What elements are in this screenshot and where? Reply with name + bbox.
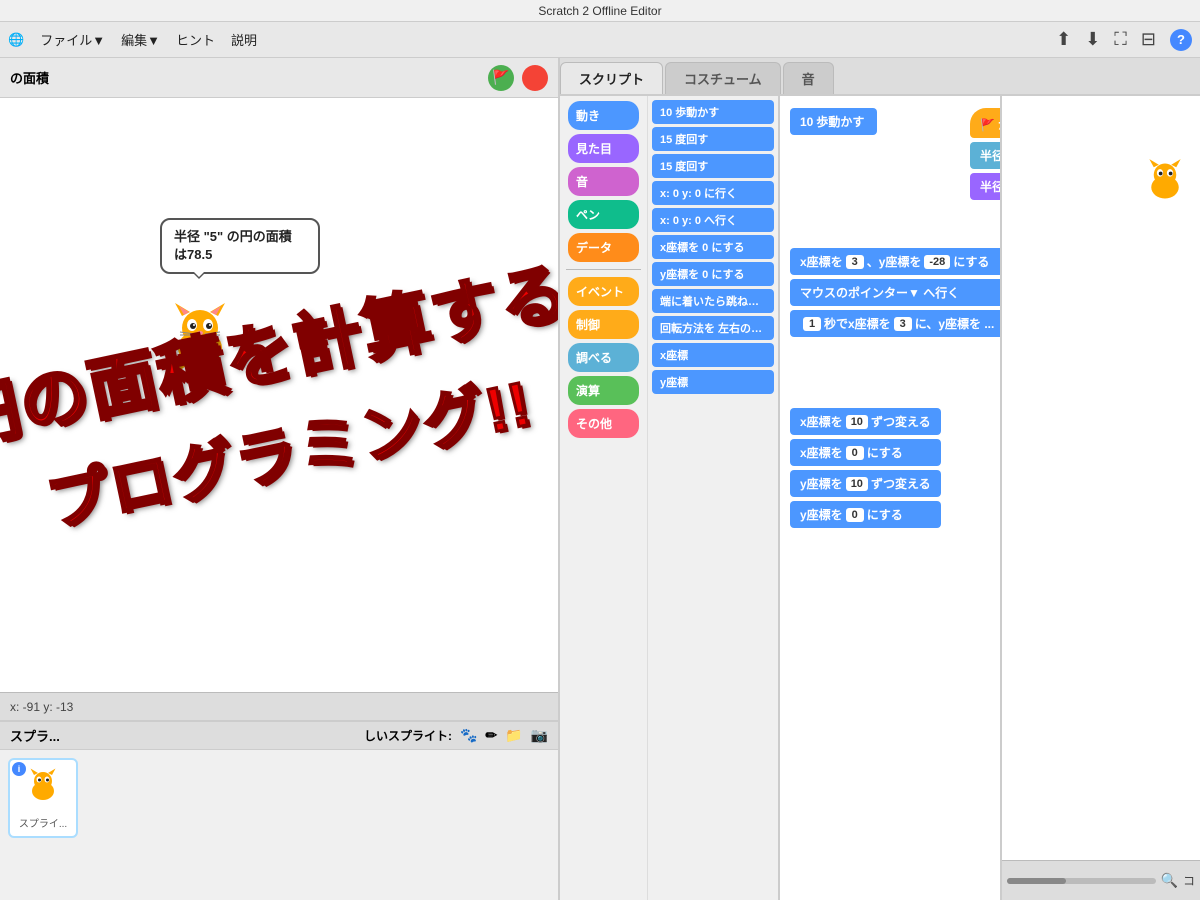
cat-data[interactable]: データ [568,233,639,262]
block-glide-xy[interactable]: 1 秒でx座標を 3 に、y座標を ... [790,310,1000,337]
new-sprite-controls: しいスプライト: 🐾 ✏ 📁 📷 [364,727,548,744]
stage-right-preview: 🔍 コ [1000,96,1200,900]
left-panel: の面積 🚩 半径 "5" の円の面積 は78.5 [0,58,560,900]
sprite-item[interactable]: i スプライ... [8,758,78,838]
overlay-line2: プログラミング!! [38,352,539,543]
block-goto-mouse[interactable]: マウスのポインター▼ へ行く [790,279,1000,306]
script-content: 動き 見た目 音 ペン データ イベント 制御 調べる 演算 その他 10 歩動… [560,96,1200,900]
block-say[interactable]: 半径 答え "の円の... は 計算 と [970,173,1000,200]
upload-sprite-icon[interactable]: 📁 [505,727,522,744]
pb-goto[interactable]: x: 0 y: 0 に行く [652,181,774,205]
cat-operators[interactable]: 演算 [568,376,639,405]
block-stack-1: 10 歩動かす [790,106,877,137]
block-set-y[interactable]: y座標を 0 にする [790,501,941,528]
green-flag-button[interactable]: 🚩 [488,65,514,91]
stage-canvas: 半径 "5" の円の面積 は78.5 [0,98,558,692]
pb-walk[interactable]: 10 歩動かす [652,100,774,124]
camera-sprite-icon[interactable]: 📷 [531,727,548,744]
block-change-x[interactable]: x座標を 10 ずつ変える [790,408,941,435]
speech-bubble: 半径 "5" の円の面積 は78.5 [160,218,320,274]
hint-menu[interactable]: ヒント [176,30,215,49]
scratch-cat [160,298,240,378]
new-sprite-label: しいスプライト: [364,727,452,744]
pb-turn-r[interactable]: 15 度回す [652,127,774,151]
stop-button[interactable] [522,65,548,91]
stage-controls: 🚩 [488,65,548,91]
pb-turn-l[interactable]: 15 度回す [652,154,774,178]
upload-button[interactable]: ⬆ [1056,29,1071,50]
sprite-area: スプラ... しいスプライト: 🐾 ✏ 📁 📷 i [0,720,558,900]
main-layout: の面積 🚩 半径 "5" の円の面積 は78.5 [0,58,1200,900]
block-ask[interactable]: 半径は？ と聞いて待つ [970,142,1000,169]
file-menu[interactable]: ファイル▼ [40,30,105,49]
overlay-text: 円の面積を計算する プログラミング!! [0,98,558,692]
globe-icon[interactable]: 🌐 [8,32,24,48]
cat-looks[interactable]: 見た目 [568,134,639,163]
cat-control[interactable]: 制御 [568,310,639,339]
edit-sprite-icon[interactable]: ✏ [485,727,497,744]
paint-sprite-icon[interactable]: 🐾 [460,727,477,744]
block-palette: 動き 見た目 音 ペン データ イベント 制御 調べる 演算 その他 10 歩動… [560,96,780,900]
palette-scroll: 動き 見た目 音 ペン データ イベント 制御 調べる 演算 その他 10 歩動… [560,96,778,900]
pb-gety[interactable]: y座標 [652,370,774,394]
tab-script[interactable]: スクリプト [560,62,663,94]
pb-setx[interactable]: x座標を 0 にする [652,235,774,259]
block-flag-clicked[interactable]: 🚩 がクリックされたとき [970,108,1000,138]
stage-right-cat-icon [1140,156,1190,216]
block-walk[interactable]: 10 歩動かす [790,108,877,135]
tab-costume[interactable]: コスチューム [665,62,781,94]
right-panel: スクリプト コスチューム 音 動き 見た目 音 ペン データ イベント 制御 [560,58,1200,900]
stage-header: の面積 🚩 [0,58,558,98]
cat-sound[interactable]: 音 [568,167,639,196]
sprite-list: i スプライ... [0,750,558,846]
block-column: 10 歩動かす 15 度回す 15 度回す x: 0 y: 0 に行く x: 0… [648,96,778,900]
block-stack-3: x座標を 3 、y座標を -28 にする マウスのポインター▼ へ行く 1 秒で… [790,246,1000,339]
category-column: 動き 見た目 音 ペン データ イベント 制御 調べる 演算 その他 [560,96,648,900]
block-change-y[interactable]: y座標を 10 ずつ変える [790,470,941,497]
download-button[interactable]: ⬇ [1085,29,1100,50]
cat-pen[interactable]: ペン [568,200,639,229]
script-workspace[interactable]: 10 歩動かす 🚩 がクリックされたとき 半径は？ と聞いて待つ 半径 答え "… [780,96,1000,900]
stage-title: の面積 [10,68,49,87]
pb-sety[interactable]: y座標を 0 にする [652,262,774,286]
sprite-thumbnail [23,766,63,813]
pb-setdir[interactable]: 回転方法を 左右のみ▼ にする [652,316,774,340]
pb-getx[interactable]: x座標 [652,343,774,367]
pb-bounce[interactable]: 端に着いたら跳ね返る [652,289,774,313]
cat-sensing[interactable]: 調べる [568,343,639,372]
title-bar: Scratch 2 Offline Editor [0,0,1200,22]
cat-events[interactable]: イベント [568,277,639,306]
sprite-header: スプラ... しいスプライト: 🐾 ✏ 📁 📷 [0,722,558,750]
pb-glide[interactable]: x: 0 y: 0 へ行く [652,208,774,232]
sprite-info-badge: i [12,762,26,776]
block-set-x[interactable]: x座標を 0 にする [790,439,941,466]
help-menu[interactable]: 説明 [231,30,257,49]
coords: x: -91 y: -13 [10,700,73,714]
sprite-header-label: スプラ... [10,726,60,745]
shrink-button[interactable]: ⊟ [1141,29,1156,50]
app-title: Scratch 2 Offline Editor [538,4,661,18]
block-stack-2: 🚩 がクリックされたとき 半径は？ と聞いて待つ 半径 答え "の円の... は… [970,106,1000,202]
tab-sound[interactable]: 音 [783,62,834,94]
edit-menu[interactable]: 編集▼ [121,30,160,49]
menu-bar: 🌐 ファイル▼ 編集▼ ヒント 説明 ⬆ ⬇ ⛶ ⊟ ? [0,22,1200,58]
help-button[interactable]: ? [1170,29,1192,51]
toolbar: ⬆ ⬇ ⛶ ⊟ ? [1056,29,1192,51]
fullscreen-button[interactable]: ⛶ [1114,29,1127,50]
sprite-label: スプライ... [19,815,67,830]
coord-bar: x: -91 y: -13 [0,692,558,720]
tabs: スクリプト コスチューム 音 [560,58,1200,96]
zoom-icon[interactable]: 🔍 [1161,872,1178,889]
cat-more[interactable]: その他 [568,409,639,438]
block-xy-set[interactable]: x座標を 3 、y座標を -28 にする [790,248,1000,275]
cat-motion[interactable]: 動き [568,101,639,130]
zoom-label: コ [1183,872,1195,889]
block-stack-4: x座標を 10 ずつ変える x座標を 0 にする y座標を 10 ずつ変える y… [790,406,941,530]
